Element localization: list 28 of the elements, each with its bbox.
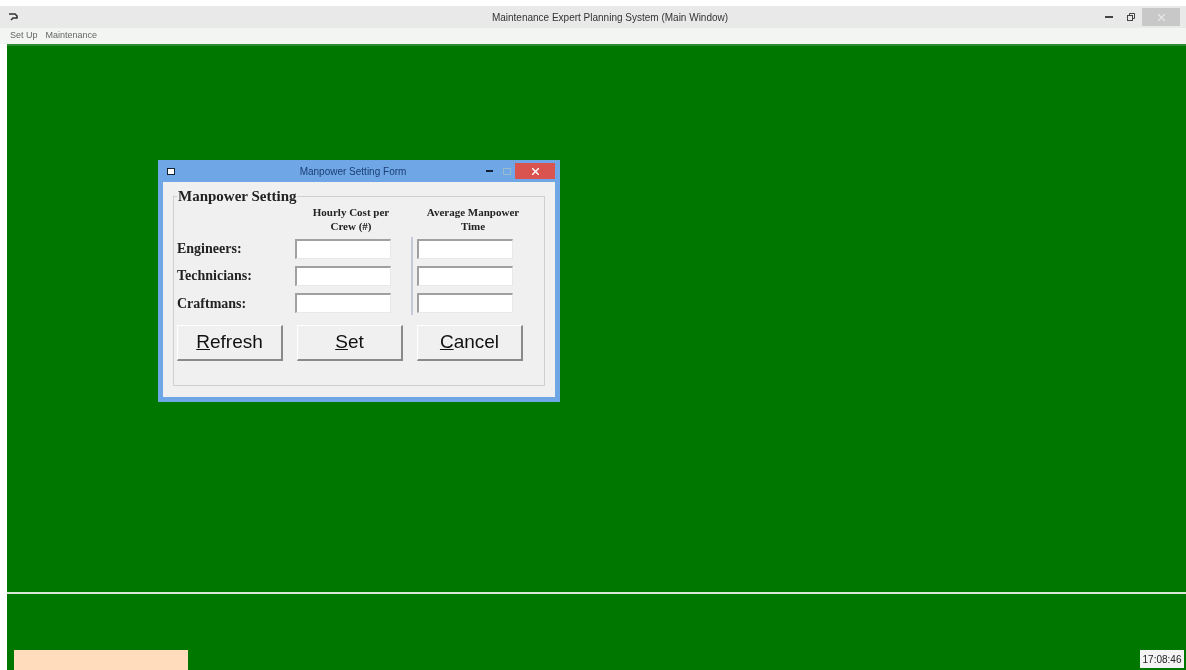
button[interactable]: Refresh	[177, 325, 283, 361]
row-label: Craftmans:	[177, 294, 248, 313]
input-field[interactable]	[417, 238, 513, 259]
clock-text: 17:08:46	[1140, 650, 1184, 668]
menu-item[interactable]: Maintenance	[45, 29, 98, 43]
close-icon	[1157, 13, 1165, 21]
input-field[interactable]	[417, 266, 513, 286]
app-icon	[8, 12, 18, 22]
maximize-icon	[503, 167, 511, 175]
column-header: Hourly Cost per Crew (#)	[311, 205, 391, 233]
input-field[interactable]	[295, 293, 391, 314]
close-icon	[531, 167, 539, 175]
dialog-title: Manpower Setting Form	[298, 164, 408, 179]
row-label: Engineers:	[177, 240, 243, 259]
column-header: Average Manpower Time	[425, 205, 521, 233]
close-button[interactable]	[515, 163, 555, 179]
button[interactable]: Cancel	[417, 325, 523, 361]
menu-item[interactable]: Set Up	[10, 29, 38, 43]
minimize-icon	[1105, 16, 1113, 18]
input-field[interactable]	[295, 266, 391, 286]
button[interactable]: Set	[297, 325, 403, 361]
input-field[interactable]	[417, 293, 513, 314]
restore-icon	[1127, 13, 1135, 21]
input-field[interactable]	[295, 238, 391, 259]
row-label: Technicians:	[177, 267, 253, 286]
minimize-icon	[485, 170, 493, 172]
window-title: Maintenance Expert Planning System (Main Window)	[490, 10, 730, 25]
form-icon	[167, 167, 175, 175]
